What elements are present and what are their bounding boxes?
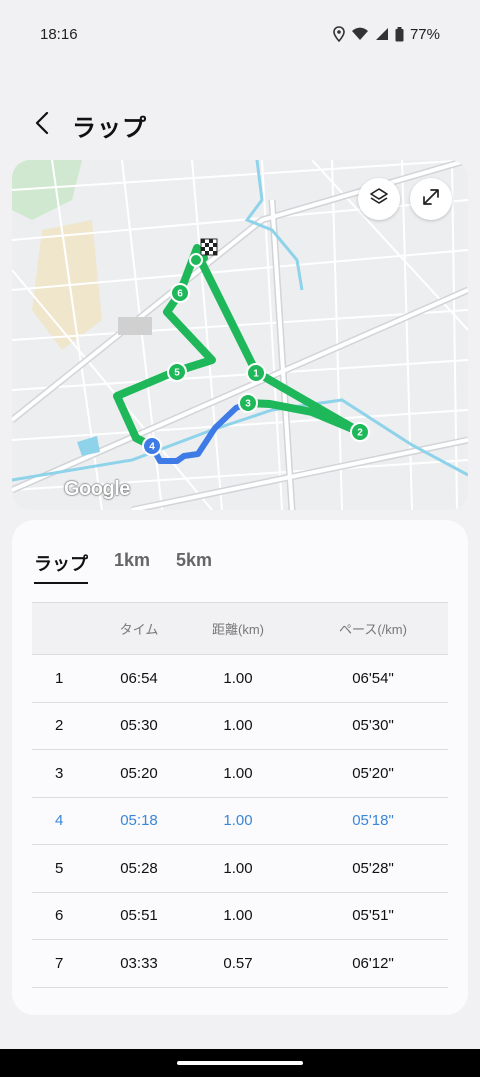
- location-icon: [333, 26, 345, 42]
- table-header-row: タイム 距離(km) ペース(/km): [32, 602, 448, 655]
- back-button[interactable]: [22, 105, 62, 145]
- lap-distance: 1.00: [178, 749, 298, 798]
- lap-tabs: ラップ 1km 5km: [34, 550, 212, 584]
- svg-text:3: 3: [245, 399, 251, 410]
- table-row[interactable]: 7 03:33 0.57 06'12": [32, 939, 448, 988]
- header-lap: [32, 603, 100, 655]
- layers-icon: [368, 186, 390, 213]
- laps-card: ラップ 1km 5km タイム 距離(km) ペース(/km) 1 06:54 …: [12, 520, 468, 1015]
- lap-number: 2: [32, 702, 100, 750]
- lap-time: 03:33: [100, 939, 178, 988]
- table-row[interactable]: 2 05:30 1.00 05'30": [32, 702, 448, 750]
- status-time: 18:16: [40, 25, 78, 43]
- lap-pace: 05'30": [298, 702, 448, 750]
- lap-marker[interactable]: 4: [142, 436, 162, 456]
- home-handle[interactable]: [177, 1061, 303, 1065]
- lap-distance: 1.00: [178, 797, 298, 845]
- lap-pace: 05'18": [298, 797, 448, 845]
- map-canvas: 1 2 3 4 5 6: [12, 160, 468, 510]
- header-pace: ペース(/km): [339, 622, 407, 637]
- lap-pace: 05'28": [298, 844, 448, 893]
- svg-text:2: 2: [357, 428, 363, 439]
- laps-table: タイム 距離(km) ペース(/km) 1 06:54 1.00 06'54" …: [32, 602, 448, 988]
- lap-time: 05:28: [100, 844, 178, 893]
- status-icons: 77%: [333, 26, 440, 43]
- lap-distance: 1.00: [178, 892, 298, 940]
- lap-pace: 05'51": [298, 892, 448, 940]
- map-expand-button[interactable]: [410, 178, 452, 220]
- lap-marker[interactable]: 3: [238, 393, 258, 413]
- lap-distance: 0.57: [178, 939, 298, 988]
- map-layers-button[interactable]: [358, 178, 400, 220]
- lap-number: 7: [32, 939, 100, 988]
- lap-pace: 06'54": [298, 654, 448, 703]
- svg-text:5: 5: [174, 368, 180, 379]
- lap-distance: 1.00: [178, 844, 298, 893]
- table-row[interactable]: 6 05:51 1.00 05'51": [32, 892, 448, 940]
- lap-time: 05:30: [100, 702, 178, 750]
- status-bar: 18:16 77%: [0, 0, 480, 68]
- table-row-highlighted[interactable]: 4 05:18 1.00 05'18": [32, 797, 448, 845]
- chevron-left-icon: [35, 111, 49, 140]
- table-row[interactable]: 5 05:28 1.00 05'28": [32, 844, 448, 893]
- header-time: タイム: [119, 622, 159, 637]
- svg-text:6: 6: [177, 289, 183, 300]
- lap-distance: 1.00: [178, 654, 298, 703]
- tab-5km[interactable]: 5km: [176, 550, 212, 584]
- lap-number: 3: [32, 749, 100, 798]
- lap-time: 05:18: [100, 797, 178, 845]
- lap-marker[interactable]: 1: [246, 363, 266, 383]
- tab-1km[interactable]: 1km: [114, 550, 150, 584]
- tab-laps[interactable]: ラップ: [34, 550, 88, 584]
- system-nav-bar: [0, 1049, 480, 1077]
- table-row[interactable]: 3 05:20 1.00 05'20": [32, 749, 448, 798]
- lap-number: 4: [32, 797, 100, 845]
- lap-time: 06:54: [100, 654, 178, 703]
- lap-pace: 06'12": [298, 939, 448, 988]
- lap-marker[interactable]: 5: [167, 362, 187, 382]
- battery-icon: [395, 26, 404, 42]
- route-map[interactable]: 1 2 3 4 5 6 Google: [12, 160, 468, 510]
- finish-flag-icon: [200, 238, 218, 256]
- battery-percent: 77%: [409, 25, 440, 43]
- lap-pace: 05'20": [298, 749, 448, 798]
- wifi-icon: [351, 27, 369, 41]
- header-distance: 距離(km): [212, 622, 264, 637]
- lap-marker[interactable]: 2: [350, 422, 370, 442]
- lap-time: 05:51: [100, 892, 178, 940]
- table-row[interactable]: 1 06:54 1.00 06'54": [32, 654, 448, 703]
- expand-icon: [420, 186, 442, 213]
- signal-icon: [375, 27, 389, 41]
- lap-distance: 1.00: [178, 702, 298, 750]
- lap-number: 5: [32, 844, 100, 893]
- page-header: ラップ: [0, 100, 480, 150]
- google-attribution: Google: [64, 478, 130, 500]
- svg-text:4: 4: [149, 442, 155, 453]
- lap-time: 05:20: [100, 749, 178, 798]
- lap-number: 6: [32, 892, 100, 940]
- page-title: ラップ: [72, 114, 147, 142]
- lap-marker[interactable]: 6: [170, 283, 190, 303]
- svg-text:1: 1: [253, 369, 259, 380]
- lap-number: 1: [32, 654, 100, 703]
